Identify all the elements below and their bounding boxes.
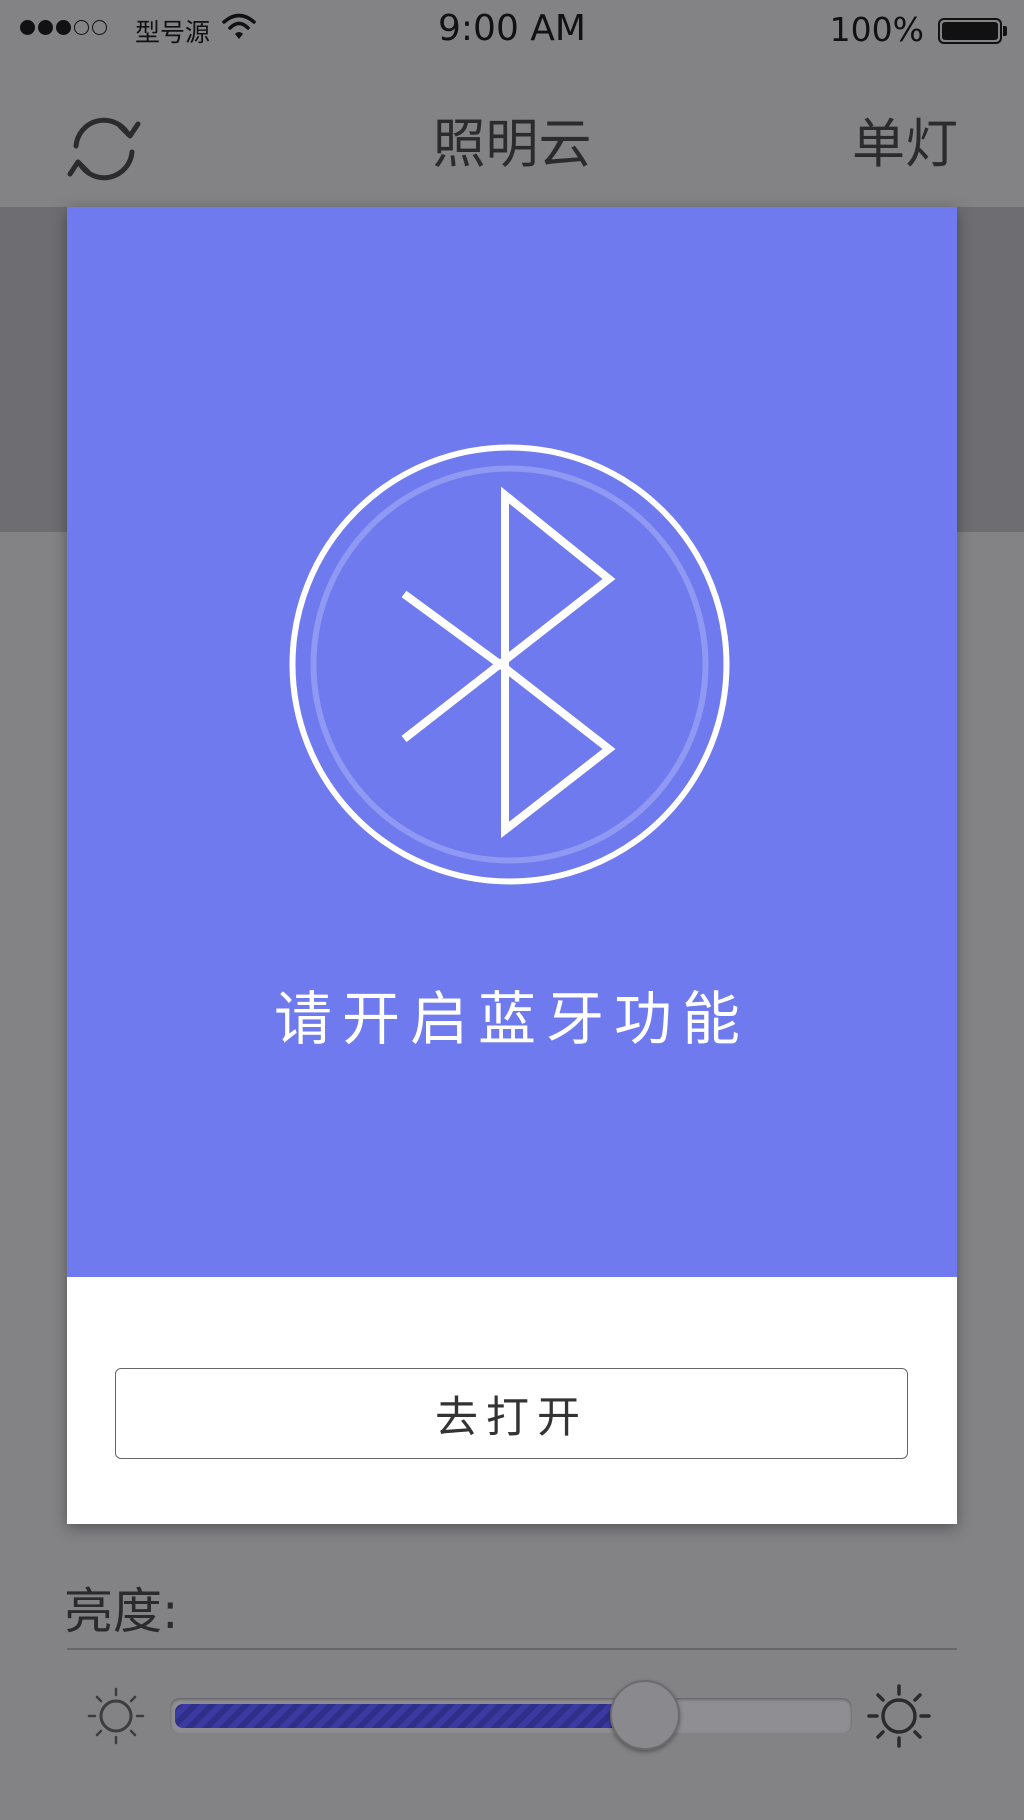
dialog-header: 请开启蓝牙功能 xyxy=(67,207,957,1277)
status-bar: 型号源 9:00 AM 100% xyxy=(0,0,1024,62)
battery-percent: 100% xyxy=(829,10,924,49)
single-light-button[interactable]: 单灯 xyxy=(852,102,958,178)
sun-large-icon xyxy=(867,1684,931,1748)
divider xyxy=(67,1648,957,1650)
nav-bar: 照明云 单灯 xyxy=(0,62,1024,207)
brightness-slider-fill xyxy=(175,1704,645,1728)
bluetooth-icon xyxy=(289,444,730,885)
dialog-message: 请开启蓝牙功能 xyxy=(273,985,750,1053)
battery-icon xyxy=(938,18,1007,44)
brightness-slider-thumb[interactable] xyxy=(610,1680,680,1750)
brightness-label: 亮度: xyxy=(64,1583,179,1640)
dialog-footer: 去打开 xyxy=(67,1277,957,1524)
sun-small-icon xyxy=(87,1687,145,1745)
bluetooth-dialog: 请开启蓝牙功能 去打开 xyxy=(67,207,957,1524)
open-bluetooth-button[interactable]: 去打开 xyxy=(115,1368,908,1459)
brightness-slider[interactable] xyxy=(170,1698,852,1734)
